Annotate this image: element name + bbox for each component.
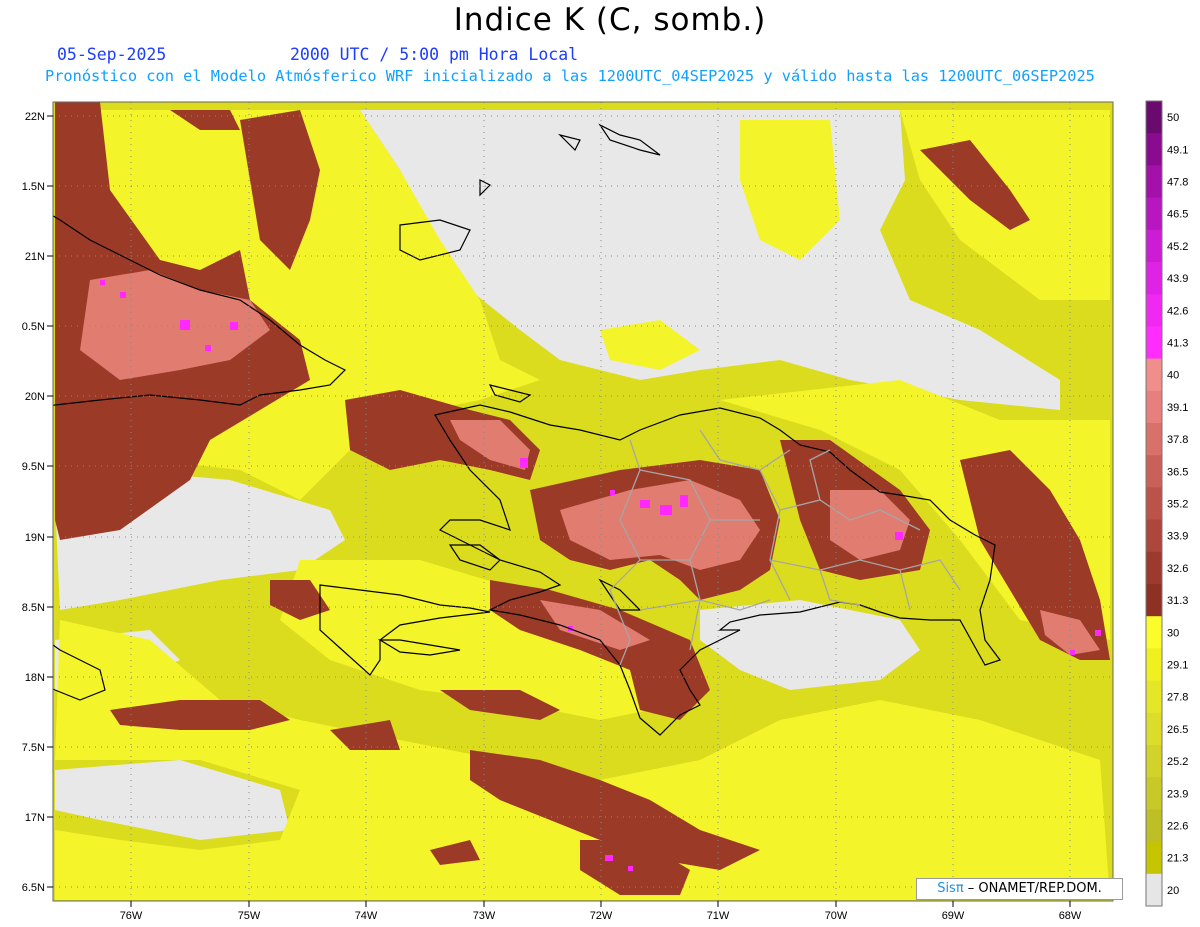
colorbar-swatch xyxy=(1146,101,1162,134)
colorbar-swatch xyxy=(1146,680,1162,714)
lon-label: 71W xyxy=(707,910,730,922)
colorbar-label: 36.5 xyxy=(1167,466,1188,478)
colorbar-swatch xyxy=(1146,712,1162,746)
colorbar-swatch xyxy=(1146,616,1162,649)
colorbar-label: 50 xyxy=(1167,112,1179,124)
lat-label: 8.5N xyxy=(22,602,45,614)
colorbar-label: 23.9 xyxy=(1167,788,1188,800)
lat-label: 1.5N xyxy=(22,181,45,193)
colorbar-label: 20 xyxy=(1167,885,1179,897)
colorbar-swatch xyxy=(1146,841,1162,875)
colorbar-swatch xyxy=(1146,358,1162,392)
colorbar-swatch xyxy=(1146,229,1162,263)
colorbar-label: 25.2 xyxy=(1167,756,1188,768)
colorbar-label: 30 xyxy=(1167,627,1179,639)
forecast-date: 05-Sep-2025 xyxy=(57,45,167,64)
colorbar-swatch xyxy=(1146,551,1162,585)
colorbar-swatch xyxy=(1146,262,1162,295)
colorbar-swatch xyxy=(1146,809,1162,843)
colorbar-swatch xyxy=(1146,455,1162,488)
lat-label: 20N xyxy=(25,391,45,403)
colorbar-label: 39.1 xyxy=(1167,402,1188,414)
credit-logo: Sisπ xyxy=(937,881,964,896)
colorbar-swatch xyxy=(1146,133,1162,166)
colorbar-label: 22.6 xyxy=(1167,821,1188,833)
colorbar-label: 29.1 xyxy=(1167,660,1188,672)
lat-label: 0.5N xyxy=(22,321,45,333)
colorbar-swatch xyxy=(1146,326,1162,360)
colorbar-swatch xyxy=(1146,487,1162,521)
colorbar-label: 40 xyxy=(1167,370,1179,382)
colorbar-label: 26.5 xyxy=(1167,724,1188,736)
colorbar-swatch xyxy=(1146,294,1162,327)
colorbar-label: 35.2 xyxy=(1167,499,1188,511)
lon-label: 76W xyxy=(120,910,143,922)
lon-label: 70W xyxy=(825,910,848,922)
forecast-note: Pronóstico con el Modelo Atmósferico WRF… xyxy=(45,67,1095,85)
lon-label: 73W xyxy=(473,910,496,922)
lat-label: 21N xyxy=(25,251,45,263)
colorbar-label: 47.8 xyxy=(1167,177,1188,189)
colorbar-swatch xyxy=(1146,584,1162,617)
latitude-labels: 22N 1.5N 21N 0.5N 20N 9.5N 19N 8.5N 18N … xyxy=(22,111,45,894)
lat-label: 19N xyxy=(25,532,45,544)
colorbar-swatch xyxy=(1146,519,1162,553)
colorbar-label: 45.2 xyxy=(1167,241,1188,253)
lat-label: 9.5N xyxy=(22,461,45,473)
colorbar-label: 46.5 xyxy=(1167,209,1188,221)
colorbar-swatch xyxy=(1146,648,1162,682)
colorbar-swatch xyxy=(1146,873,1162,907)
colorbar-swatch xyxy=(1146,777,1162,810)
colorbar: 50 49.1 47.8 46.5 45.2 43.9 42.6 41.3 40 39.1 37.8… xyxy=(1145,100,1188,907)
credit-box: Sisπ – ONAMET/REP.DOM. xyxy=(916,878,1123,900)
lat-label: 22N xyxy=(25,111,45,123)
longitude-labels: 76W 75W 74W 73W 72W 71W 70W 69W 68W xyxy=(120,910,1082,922)
colorbar-swatch xyxy=(1146,165,1162,199)
credit-text: – ONAMET/REP.DOM. xyxy=(963,881,1102,896)
colorbar-label: 32.6 xyxy=(1167,563,1188,575)
colorbar-label: 43.9 xyxy=(1167,273,1188,285)
lon-label: 68W xyxy=(1059,910,1082,922)
colorbar-swatch xyxy=(1146,423,1162,456)
lat-label: 6.5N xyxy=(22,882,45,894)
lon-label: 74W xyxy=(355,910,378,922)
colorbar-swatch xyxy=(1146,390,1162,424)
colorbar-label: 31.3 xyxy=(1167,595,1188,607)
colorbar-label: 27.8 xyxy=(1167,692,1188,704)
lon-label: 72W xyxy=(590,910,613,922)
colorbar-label: 21.3 xyxy=(1167,853,1188,865)
colorbar-swatch xyxy=(1146,197,1162,231)
colorbar-label: 49.1 xyxy=(1167,144,1188,156)
colorbar-label: 41.3 xyxy=(1167,338,1188,350)
lon-label: 75W xyxy=(238,910,261,922)
map-title: Indice K (C, somb.) xyxy=(453,2,767,38)
colorbar-label: 42.6 xyxy=(1167,305,1188,317)
lat-label: 18N xyxy=(25,672,45,684)
valid-time: 2000 UTC / 5:00 pm Hora Local xyxy=(290,45,579,64)
lat-label: 7.5N xyxy=(22,742,45,754)
lat-label: 17N xyxy=(25,812,45,824)
colorbar-label: 37.8 xyxy=(1167,434,1188,446)
lon-label: 69W xyxy=(942,910,965,922)
k-index-map: 22N 1.5N 21N 0.5N 20N 9.5N 19N 8.5N 18N … xyxy=(22,100,1188,922)
colorbar-label: 33.9 xyxy=(1167,531,1188,543)
colorbar-swatch xyxy=(1146,745,1162,778)
